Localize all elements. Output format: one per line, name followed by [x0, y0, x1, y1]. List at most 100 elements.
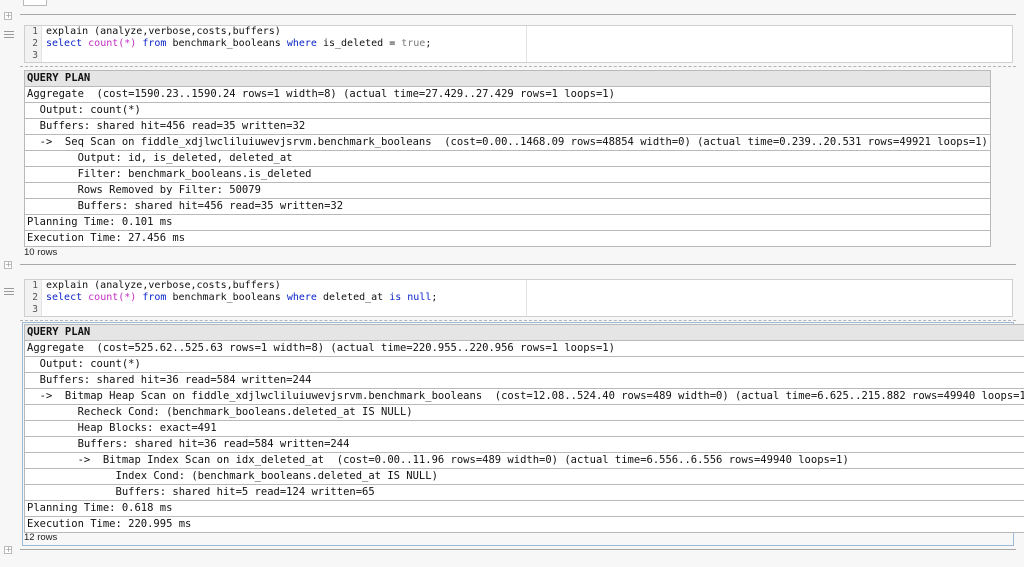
dashed-divider: [20, 320, 1016, 321]
code-token: from: [136, 292, 173, 303]
table-row: -> Bitmap Index Scan on idx_deleted_at (…: [23, 452, 1024, 469]
section-divider: [20, 264, 1016, 265]
table-row: Aggregate (cost=525.62..525.63 rows=1 wi…: [23, 340, 1024, 357]
code-line: select count(*) from benchmark_booleans …: [46, 292, 437, 304]
line-gutter: 1 2 3: [25, 280, 42, 316]
plan-cell: Heap Blocks: exact=491: [23, 420, 1024, 437]
table-row: Buffers: shared hit=456 read=35 written=…: [24, 118, 991, 135]
sql-editor[interactable]: 1 2 3 explain (analyze,verbose,costs,buf…: [24, 279, 1013, 317]
sql-editor[interactable]: 1 2 3 explain (analyze,verbose,costs,buf…: [24, 25, 1013, 63]
line-number: 3: [32, 50, 38, 61]
expand-plus-icon[interactable]: +: [4, 12, 12, 20]
code-token: true: [401, 38, 426, 49]
row-count: 10 rows: [24, 247, 58, 258]
plan-cell: Aggregate (cost=1590.23..1590.24 rows=1 …: [24, 86, 991, 103]
plan-cell: Planning Time: 0.618 ms: [23, 500, 1024, 517]
code-line: explain (analyze,verbose,costs,buffers): [46, 26, 431, 38]
plan-cell: Output: id, is_deleted, deleted_at: [24, 150, 991, 167]
table-row: -> Seq Scan on fiddle_xdjlwcliluiuwevjsr…: [24, 134, 991, 151]
plan-cell: -> Bitmap Index Scan on idx_deleted_at (…: [23, 452, 1024, 469]
table-row: Output: count(*): [23, 356, 1024, 373]
table-row: Execution Time: 220.995 ms: [23, 516, 1024, 533]
line-gutter: 1 2 3: [25, 26, 42, 62]
code-token: explain (analyze,verbose,costs,buffers): [46, 26, 281, 37]
table-row: Output: count(*): [24, 102, 991, 119]
plan-cell: Buffers: shared hit=456 read=35 written=…: [24, 198, 991, 215]
plan-cell: Rows Removed by Filter: 50079: [24, 182, 991, 199]
section-divider: [20, 14, 1016, 15]
plan-cell: Output: count(*): [23, 356, 1024, 373]
code-token: from: [136, 38, 173, 49]
code-token: where: [286, 38, 317, 49]
code-token: count(*): [88, 292, 137, 303]
line-number: 2: [32, 38, 38, 49]
table-row: Buffers: shared hit=36 read=584 written=…: [23, 436, 1024, 453]
table-row: Heap Blocks: exact=491: [23, 420, 1024, 437]
plan-cell: Execution Time: 27.456 ms: [24, 230, 991, 247]
query-plan-header: QUERY PLAN: [23, 324, 1024, 341]
table-row: Index Cond: (benchmark_booleans.deleted_…: [23, 468, 1024, 485]
code-lines: explain (analyze,verbose,costs,buffers) s…: [46, 280, 437, 316]
line-number: 3: [32, 304, 38, 315]
code-token: select: [46, 292, 89, 303]
table-row: Planning Time: 0.618 ms: [23, 500, 1024, 517]
plan-cell: Recheck Cond: (benchmark_booleans.delete…: [23, 404, 1024, 421]
table-row: Planning Time: 0.101 ms: [24, 214, 991, 231]
table-row: -> Bitmap Heap Scan on fiddle_xdjlwclilu…: [23, 388, 1024, 405]
table-row: Execution Time: 27.456 ms: [24, 230, 991, 247]
line-number: 1: [32, 280, 38, 291]
table-row: Rows Removed by Filter: 50079: [24, 182, 991, 199]
code-token: is: [389, 292, 402, 303]
table-row: Filter: benchmark_booleans.is_deleted: [24, 166, 991, 183]
expand-plus-icon[interactable]: +: [4, 546, 12, 554]
editor-split: [526, 280, 527, 316]
code-token: count(*): [88, 38, 137, 49]
query-plan-table: QUERY PLAN Aggregate (cost=1590.23..1590…: [24, 70, 991, 247]
table-row: Aggregate (cost=1590.23..1590.24 rows=1 …: [24, 86, 991, 103]
expand-plus-icon[interactable]: +: [4, 261, 12, 269]
code-token: explain (analyze,verbose,costs,buffers): [46, 280, 281, 291]
table-row: Buffers: shared hit=456 read=35 written=…: [24, 198, 991, 215]
line-number: 1: [32, 26, 38, 37]
plan-cell: -> Bitmap Heap Scan on fiddle_xdjlwclilu…: [23, 388, 1024, 405]
section-divider: [20, 549, 1016, 550]
plan-cell: Index Cond: (benchmark_booleans.deleted_…: [23, 468, 1024, 485]
plan-cell: Buffers: shared hit=5 read=124 written=6…: [23, 484, 1024, 501]
editor-split: [526, 26, 527, 62]
plan-cell: Filter: benchmark_booleans.is_deleted: [24, 166, 991, 183]
plan-cell: Planning Time: 0.101 ms: [24, 214, 991, 231]
table-row: Recheck Cond: (benchmark_booleans.delete…: [23, 404, 1024, 421]
code-line: explain (analyze,verbose,costs,buffers): [46, 280, 437, 292]
plan-cell: Output: count(*): [24, 102, 991, 119]
plan-cell: Buffers: shared hit=456 read=35 written=…: [24, 118, 991, 135]
top-tab[interactable]: [23, 0, 47, 6]
code-token: deleted_at: [316, 292, 390, 303]
line-number: 2: [32, 292, 38, 303]
table-row: Buffers: shared hit=5 read=124 written=6…: [23, 484, 1024, 501]
drag-handle-icon[interactable]: [4, 31, 14, 39]
plan-cell: Aggregate (cost=525.62..525.63 rows=1 wi…: [23, 340, 1024, 357]
query-plan-header: QUERY PLAN: [24, 70, 991, 87]
code-token: benchmark_booleans: [172, 292, 287, 303]
plan-cell: Execution Time: 220.995 ms: [23, 516, 1024, 533]
query-plan-table: QUERY PLAN Aggregate (cost=525.62..525.6…: [23, 324, 1024, 533]
code-token: where: [286, 292, 317, 303]
drag-handle-icon[interactable]: [4, 288, 14, 296]
code-line: select count(*) from benchmark_booleans …: [46, 38, 431, 50]
code-token: ;: [425, 38, 432, 49]
plan-cell: Buffers: shared hit=36 read=584 written=…: [23, 436, 1024, 453]
plan-cell: Buffers: shared hit=36 read=584 written=…: [23, 372, 1024, 389]
code-token: ;: [431, 292, 438, 303]
table-row: Output: id, is_deleted, deleted_at: [24, 150, 991, 167]
row-count: 12 rows: [24, 532, 58, 543]
table-row: Buffers: shared hit=36 read=584 written=…: [23, 372, 1024, 389]
plan-cell: -> Seq Scan on fiddle_xdjlwcliluiuwevjsr…: [24, 134, 991, 151]
code-token: is_deleted =: [316, 38, 402, 49]
code-token: benchmark_booleans: [172, 38, 287, 49]
code-lines: explain (analyze,verbose,costs,buffers) s…: [46, 26, 431, 62]
code-token: select: [46, 38, 89, 49]
dashed-divider: [20, 66, 1016, 67]
code-token: null: [407, 292, 432, 303]
